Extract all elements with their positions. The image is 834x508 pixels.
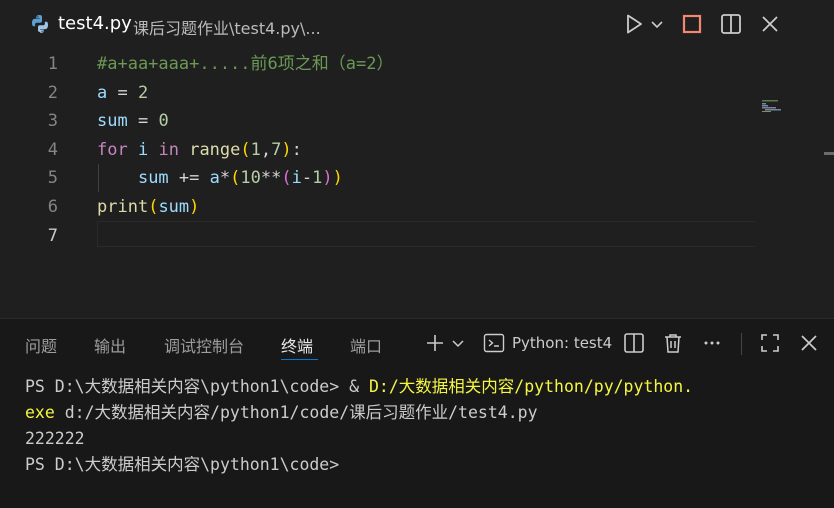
tab-path: 课后习题作业\test4.py\... (133, 19, 321, 38)
split-editor-icon[interactable] (719, 12, 743, 36)
more-icon[interactable] (700, 331, 724, 355)
toolbar-separator (741, 333, 742, 355)
maximize-icon[interactable] (758, 331, 782, 355)
terminal-line: PS D:\大数据相关内容\python1\code> & D:/大数据相关内容… (25, 377, 694, 396)
terminal-line: 222222 (25, 429, 85, 448)
code-text: #a+aa+aaa+.....前6项之和（a=2） (97, 54, 394, 74)
trash-icon[interactable] (661, 331, 685, 355)
terminal-name[interactable]: Python: test4 (512, 334, 612, 352)
code-line[interactable]: 6 print(sum) (0, 193, 834, 221)
python-icon (32, 15, 48, 33)
line-number: 4 (47, 139, 58, 160)
code-line[interactable]: 1 #a+aa+aaa+.....前6项之和（a=2） (0, 50, 834, 78)
code-line[interactable]: 7 (0, 222, 834, 250)
code-line[interactable]: 5 sum += a*(10**(i-1)) (0, 164, 834, 192)
plus-icon[interactable] (423, 331, 447, 355)
line-number: 3 (47, 111, 58, 132)
stop-icon[interactable] (680, 12, 704, 36)
terminal-line: PS D:\大数据相关内容\python1\code> (25, 455, 340, 474)
tab-problems[interactable]: 问题 (25, 333, 57, 357)
code-line[interactable]: 4 for i in range(1,7): (0, 136, 834, 164)
code-text: sum = 0 (97, 111, 169, 132)
tab-terminal[interactable]: 终端 (281, 333, 313, 357)
close-icon[interactable] (797, 331, 821, 355)
close-icon[interactable] (758, 12, 782, 36)
terminal-line: exe d:/大数据相关内容/python1/code/课后习题作业/test4… (25, 403, 538, 422)
split-terminal-icon[interactable] (622, 331, 646, 355)
terminal-icon (483, 333, 505, 353)
run-icon[interactable] (622, 12, 646, 36)
chevron-down-icon[interactable] (450, 331, 466, 355)
scrollbar-marker[interactable] (824, 152, 834, 155)
line-number: 2 (47, 82, 58, 103)
active-tab-indicator (281, 359, 318, 360)
code-line[interactable]: 2 a = 2 (0, 79, 834, 107)
editor-tab-bar: test4.py 课后习题作业\test4.py\... (0, 0, 834, 50)
code-text: sum += a*(10**(i-1)) (137, 168, 343, 189)
line-number: 6 (47, 197, 58, 217)
chevron-down-icon[interactable] (648, 12, 666, 36)
line-number: 1 (47, 54, 58, 74)
code-line[interactable]: 3 sum = 0 (0, 107, 834, 135)
tab-filename[interactable]: test4.py (58, 13, 132, 34)
tab-output[interactable]: 输出 (94, 333, 126, 357)
tab-ports[interactable]: 端口 (350, 333, 382, 357)
line-number: 5 (47, 168, 58, 189)
code-text: a = 2 (97, 82, 149, 103)
code-text: print(sum) (97, 197, 200, 217)
minimap[interactable] (762, 100, 784, 112)
terminal-output[interactable]: PS D:\大数据相关内容\python1\code> & D:/大数据相关内容… (25, 374, 693, 478)
line-number: 7 (47, 225, 58, 246)
tab-debug-console[interactable]: 调试控制台 (164, 333, 244, 357)
bottom-panel: 问题 输出 调试控制台 终端 端口 Python: test4 PS D:\大数… (0, 318, 834, 508)
code-text: for i in range(1,7): (97, 139, 302, 160)
code-editor[interactable]: 1 #a+aa+aaa+.....前6项之和（a=2） 2 a = 2 3 sum = 0… (0, 50, 834, 318)
